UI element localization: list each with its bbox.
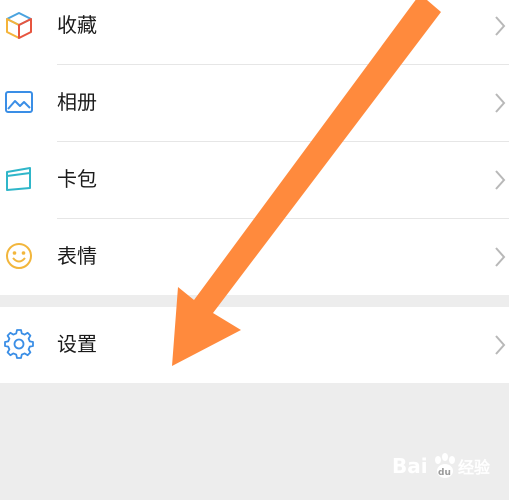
album-picture-icon (5, 91, 33, 113)
menu-item-album[interactable]: 相册 (0, 65, 509, 141)
favorites-cube-icon (6, 12, 32, 39)
menu-item-favorites[interactable]: 收藏 (0, 0, 509, 64)
card-wallet-icon (6, 167, 31, 191)
chevron-right-icon (495, 93, 506, 113)
svg-text:Bai: Bai (392, 454, 428, 478)
baidu-paw-icon: du (435, 453, 455, 478)
menu-item-label: 表情 (57, 244, 97, 268)
menu-item-label: 卡包 (57, 167, 97, 191)
menu-item-label: 收藏 (57, 13, 97, 37)
gear-icon (4, 329, 34, 359)
menu-item-stickers[interactable]: 表情 (0, 219, 509, 295)
menu-group-main: 收藏 相册 卡包 表情 (0, 0, 509, 295)
chevron-right-icon (495, 170, 506, 190)
svg-text:经验: 经验 (458, 458, 491, 477)
menu-item-label: 相册 (57, 90, 97, 114)
chevron-right-icon (495, 247, 506, 267)
menu-item-card-wallet[interactable]: 卡包 (0, 142, 509, 218)
baidu-jingyan-watermark: Bai du 经验 (392, 453, 491, 478)
svg-text:du: du (438, 468, 451, 478)
chevron-right-icon (495, 16, 506, 36)
menu-item-settings[interactable]: 设置 (0, 307, 509, 383)
chevron-right-icon (495, 335, 506, 355)
sticker-smiley-icon (6, 243, 32, 269)
menu-item-label: 设置 (57, 332, 97, 356)
menu-group-settings: 设置 (0, 307, 509, 383)
